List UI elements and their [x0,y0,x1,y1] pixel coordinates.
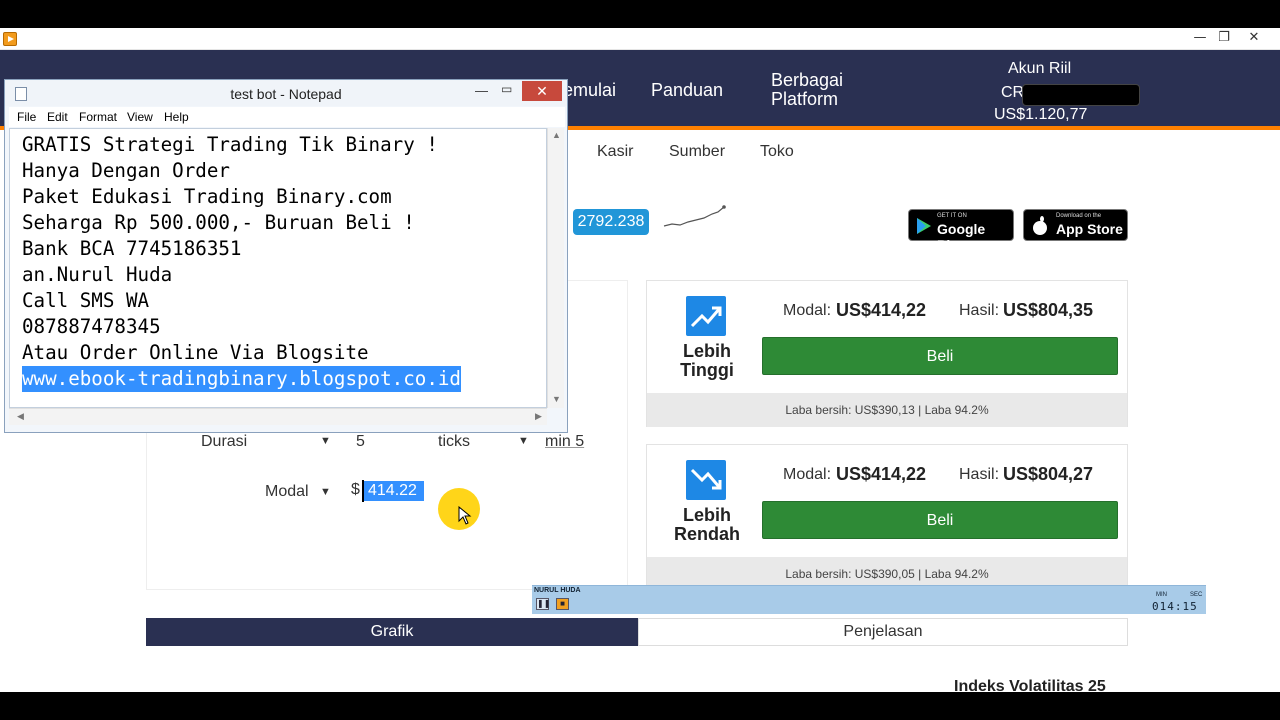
contract-card-higher: Lebih Tinggi Modal: US$414,22 Hasil: US$… [646,280,1128,427]
letterbox-bottom [0,692,1280,720]
contract-card-lower: Lebih Rendah Modal: US$414,22 Hasil: US$… [646,444,1128,586]
letterbox-top [0,0,1280,28]
profit-info: Laba bersih: US$390,13 | Laba 94.2% [647,393,1127,427]
text-line: Bank BCA 7745186351 [22,237,242,260]
text-line: GRATIS Strategi Trading Tik Binary ! [22,133,438,156]
account-id-redacted [1022,84,1140,106]
menu-edit[interactable]: Edit [47,110,68,124]
google-play-small-text: GET IT ON [937,213,967,219]
app-titlebar: — ❐ ✕ [0,28,1280,50]
google-play-icon [917,218,931,234]
menu-view[interactable]: View [127,110,153,124]
scroll-up-icon: ▲ [552,130,561,140]
app-close-button[interactable]: ✕ [1240,28,1268,48]
app-store-text: App Store [1056,221,1123,237]
text-line: Seharga Rp 500.000,- Buruan Beli ! [22,211,415,234]
text-line: 087887478345 [22,315,161,338]
profit-info: Laba bersih: US$390,05 | Laba 94.2% [647,557,1127,585]
duration-caret-icon: ▼ [320,435,331,447]
text-line: Atau Order Online Via Blogsite [22,341,369,364]
account-balance: US$1.120,77 [994,106,1088,123]
trend-down-icon [686,460,726,500]
nav-panduan[interactable]: Panduan [651,80,723,101]
pause-button[interactable]: ❚❚ [536,598,550,610]
notepad-close-button[interactable]: ✕ [522,81,562,101]
stake-type-caret-icon: ▼ [320,486,331,498]
stake-amount: US$414,22 [836,300,927,320]
payout-label: Hasil: [959,302,1000,319]
contract-name-line2: Tinggi [680,360,734,380]
payout-amount: US$804,27 [1003,464,1094,484]
recorder-name: NURUL HUDA [534,587,581,594]
menu-help[interactable]: Help [164,110,189,124]
subnav-sumber[interactable]: Sumber [669,143,725,161]
subnav-toko[interactable]: Toko [760,143,794,161]
duration-unit-caret-icon: ▼ [518,435,529,447]
notepad-text-area[interactable]: GRATIS Strategi Trading Tik Binary ! Han… [9,128,547,408]
tab-penjelasan[interactable]: Penjelasan [638,618,1128,646]
text-line: Call SMS WA [22,289,150,312]
index-title: Indeks Volatilitas 25 [954,678,1106,692]
buy-lower-button[interactable]: Beli [762,501,1118,539]
scroll-left-icon: ◀ [17,411,24,421]
seconds-label: SEC [1190,592,1203,598]
payout-amount: US$804,35 [1003,300,1094,320]
contract-name-line2: Rendah [673,524,740,544]
stake-amount: US$414,22 [836,464,927,484]
notepad-minimize-button[interactable]: — [475,83,488,98]
duration-select[interactable]: Durasi [201,433,247,451]
notepad-titlebar[interactable]: test bot - Notepad — ▭ ✕ [5,80,567,106]
selected-text-line: www.ebook-tradingbinary.blogspot.co.id [22,366,461,392]
contract-name-line1: Lebih [683,505,731,525]
account-type[interactable]: Akun Riil [1008,60,1071,78]
notepad-window: test bot - Notepad — ▭ ✕ File Edit Forma… [4,79,568,433]
stake-label: Modal: [783,466,832,483]
stake-label: Modal: [783,302,832,319]
nav-platform-line1[interactable]: Berbagai [771,70,843,91]
vertical-scrollbar[interactable]: ▲ ▼ [547,128,564,408]
mouse-pointer-icon [458,506,472,525]
minutes-label: MIN [1156,592,1167,598]
notepad-menubar: File Edit Format View Help [9,107,565,127]
tab-grafik[interactable]: Grafik [146,618,638,646]
payout-label: Hasil: [959,466,1000,483]
duration-min-hint: min 5 [545,433,585,450]
app-restore-button[interactable]: ❐ [1210,28,1238,48]
buy-higher-button[interactable]: Beli [762,337,1118,375]
subnav-kasir[interactable]: Kasir [597,143,633,161]
scroll-down-icon: ▼ [552,394,561,404]
recorder-time: 014:15 [1152,600,1198,613]
app-store-small-text: Download on the [1056,213,1102,219]
text-line: Hanya Dengan Order [22,159,230,182]
menu-file[interactable]: File [17,110,36,124]
nav-platform-line2[interactable]: Platform [771,89,838,110]
google-play-badge[interactable]: GET IT ON Google Play [908,209,1014,253]
stake-amount-input[interactable]: 414.22 [364,481,424,501]
horizontal-scrollbar[interactable]: ◀ ▶ [9,408,547,425]
scroll-right-icon: ▶ [535,411,542,421]
tick-sparkline [663,205,726,227]
text-line: Paket Edukasi Trading Binary.com [22,185,392,208]
app-store-badge[interactable]: Download on the App Store [1023,209,1128,241]
text-line: an.Nurul Huda [22,263,173,286]
notepad-maximize-button[interactable]: ▭ [501,82,512,96]
menu-format[interactable]: Format [79,110,117,124]
duration-value-input[interactable]: 5 [356,433,365,451]
screen-recorder-bar: NURUL HUDA ❚❚ ■ MIN SEC 014:15 [532,585,1206,614]
tick-value-badge: 2792.238 [573,209,649,235]
app-play-icon [3,32,17,46]
browser-window: — ❐ ✕ Memulai Panduan Berbagai Platform … [0,28,1280,692]
contract-name-line1: Lebih [683,341,731,361]
stake-type-select[interactable]: Modal [265,483,309,501]
account-id-prefix: CR [1001,84,1025,101]
apple-icon [1033,216,1047,235]
currency-symbol: $ [351,481,360,498]
google-play-text: Google Play [937,221,986,253]
trend-up-icon [686,296,726,336]
stop-button[interactable]: ■ [556,598,569,610]
duration-unit-select[interactable]: ticks [438,433,470,451]
